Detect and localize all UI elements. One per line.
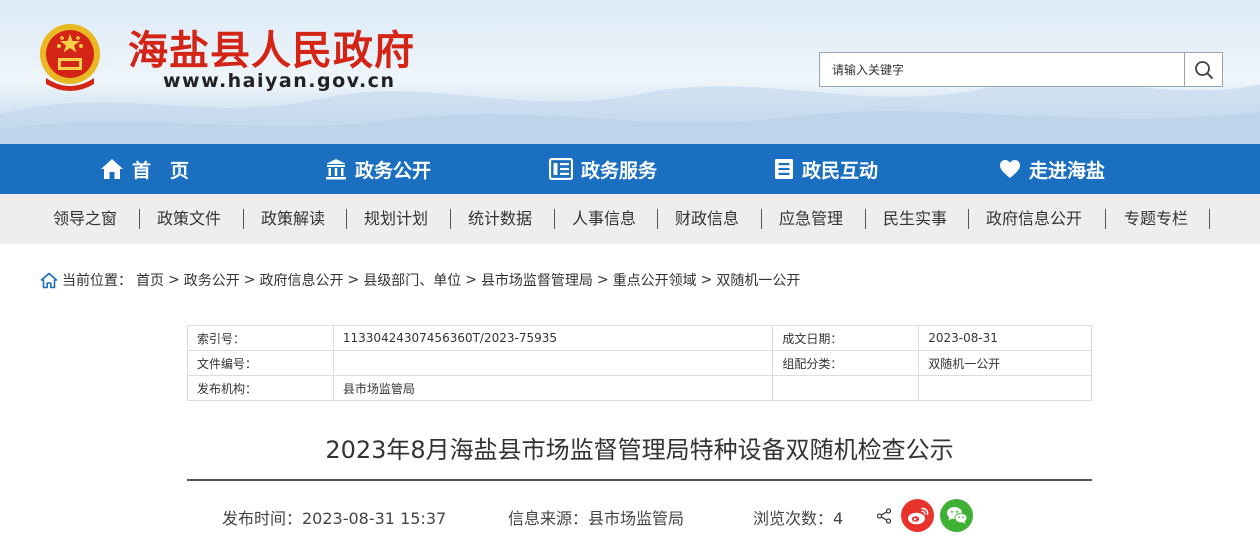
national-emblem-icon [40, 24, 100, 91]
sub-nav-divider [657, 209, 658, 229]
weibo-icon [907, 507, 928, 524]
weibo-share-button[interactable] [901, 499, 934, 532]
nav-label: 政务服务 [581, 159, 658, 182]
nav-label: 政民互动 [802, 159, 879, 182]
nav-label: 首 页 [132, 159, 190, 182]
document-icon [775, 159, 793, 179]
breadcrumb-separator: > [700, 272, 713, 288]
doc-number-value [332, 350, 774, 376]
nav-label: 政务公开 [355, 159, 432, 182]
breadcrumb-separator: > [347, 272, 360, 288]
sub-nav-item[interactable]: 统计数据 [468, 194, 532, 244]
doc-number-label: 文件编号： [187, 350, 334, 376]
sub-nav-item[interactable]: 领导之窗 [53, 194, 117, 244]
sub-nav-divider [1105, 209, 1106, 229]
nav-item-home[interactable]: 首 页 [100, 144, 189, 194]
publisher-value: 县市场监管局 [332, 375, 774, 401]
home-outline-icon [40, 272, 58, 288]
search-button[interactable] [1184, 53, 1222, 86]
info-source: 信息来源：县市场监管局 [508, 509, 685, 528]
breadcrumb-item[interactable]: 县级部门、单位 [363, 270, 461, 290]
category-label: 组配分类： [772, 350, 920, 376]
index-value: 11330424307456360T/2023-75935 [332, 325, 774, 351]
breadcrumb-item[interactable]: 县市场监督管理局 [481, 270, 593, 290]
heart-icon [1000, 160, 1020, 178]
article-title: 2023年8月海盐县市场监督管理局特种设备双随机检查公示 [325, 436, 954, 464]
breadcrumb-separator: > [465, 272, 477, 288]
breadcrumb-item[interactable]: 首页 [136, 270, 164, 290]
empty-cell [772, 375, 920, 401]
sub-nav-item[interactable]: 规划计划 [364, 194, 428, 244]
nav-item-gov-affairs[interactable]: 政务公开 [325, 144, 431, 194]
breadcrumb: 当前位置： 首页 > 政务公开 > 政府信息公开 > 县级部门、单位 > 县市场… [40, 270, 800, 290]
nav-item-interaction[interactable]: 政民互动 [774, 144, 878, 194]
breadcrumb-separator: > [243, 272, 256, 288]
sub-nav-divider [968, 209, 969, 229]
wechat-share-button[interactable] [940, 499, 973, 532]
sub-nav-divider [554, 209, 555, 229]
category-value: 双随机一公开 [918, 350, 1092, 376]
site-header: 海盐县人民政府 www.haiyan.gov.cn [0, 0, 1260, 144]
sub-nav-item[interactable]: 民生实事 [883, 194, 947, 244]
site-title[interactable]: 海盐县人民政府 [128, 18, 415, 76]
wechat-icon [946, 507, 967, 524]
sub-nav-divider [243, 209, 244, 229]
document-info-table: 索引号： 11330424307456360T/2023-75935 成文日期：… [187, 325, 1092, 401]
view-count: 浏览次数：4 [753, 509, 844, 528]
search-input[interactable] [820, 53, 1184, 86]
header-gradient [0, 84, 1260, 144]
sub-nav-divider [1209, 209, 1210, 229]
share-icon[interactable] [876, 508, 892, 524]
breadcrumb-item[interactable]: 重点公开领域 [613, 270, 697, 290]
table-row: 索引号： 11330424307456360T/2023-75935 成文日期：… [187, 325, 1092, 351]
title-divider [187, 479, 1092, 481]
sub-nav-item[interactable]: 政策文件 [157, 194, 221, 244]
table-row: 文件编号： 组配分类： 双随机一公开 [187, 350, 1092, 376]
site-url: www.haiyan.gov.cn [163, 70, 396, 92]
sub-nav-divider [139, 209, 140, 229]
breadcrumb-item[interactable]: 政府信息公开 [259, 270, 343, 290]
publisher-label: 发布机构： [187, 375, 334, 401]
sub-nav-divider [761, 209, 762, 229]
breadcrumb-prefix: 当前位置： [62, 273, 132, 289]
date-label: 成文日期： [772, 325, 920, 351]
sub-nav-item[interactable]: 专题专栏 [1124, 194, 1188, 244]
sub-nav-divider [346, 209, 347, 229]
government-building-icon [326, 159, 346, 180]
breadcrumb-item[interactable]: 政务公开 [184, 270, 240, 290]
sub-nav-item[interactable]: 政策解读 [261, 194, 325, 244]
sub-nav-divider [450, 209, 451, 229]
empty-cell [918, 375, 1092, 401]
service-list-icon [549, 158, 573, 180]
breadcrumb-item[interactable]: 双随机一公开 [716, 270, 800, 290]
search-icon [1194, 60, 1213, 79]
sub-nav-item[interactable]: 人事信息 [572, 194, 636, 244]
search-box [819, 52, 1223, 87]
sub-nav-item[interactable]: 应急管理 [779, 194, 843, 244]
sub-nav-item[interactable]: 政府信息公开 [986, 194, 1082, 244]
nav-item-gov-service[interactable]: 政务服务 [549, 144, 657, 194]
breadcrumb-separator: > [596, 272, 609, 288]
table-row: 发布机构： 县市场监管局 [187, 375, 1092, 401]
nav-label: 走进海盐 [1029, 159, 1106, 182]
nav-item-about-haiyan[interactable]: 走进海盐 [999, 144, 1105, 194]
sub-nav-item[interactable]: 财政信息 [675, 194, 739, 244]
sub-nav: 领导之窗 政策文件 政策解读 规划计划 统计数据 人事信息 财政信息 应急管理 … [0, 194, 1260, 244]
index-label: 索引号： [187, 325, 334, 351]
sub-nav-divider [865, 209, 866, 229]
date-value: 2023-08-31 [918, 325, 1092, 351]
home-icon [101, 159, 123, 179]
publish-time: 发布时间：2023-08-31 15:37 [222, 509, 447, 528]
breadcrumb-separator: > [168, 272, 180, 288]
